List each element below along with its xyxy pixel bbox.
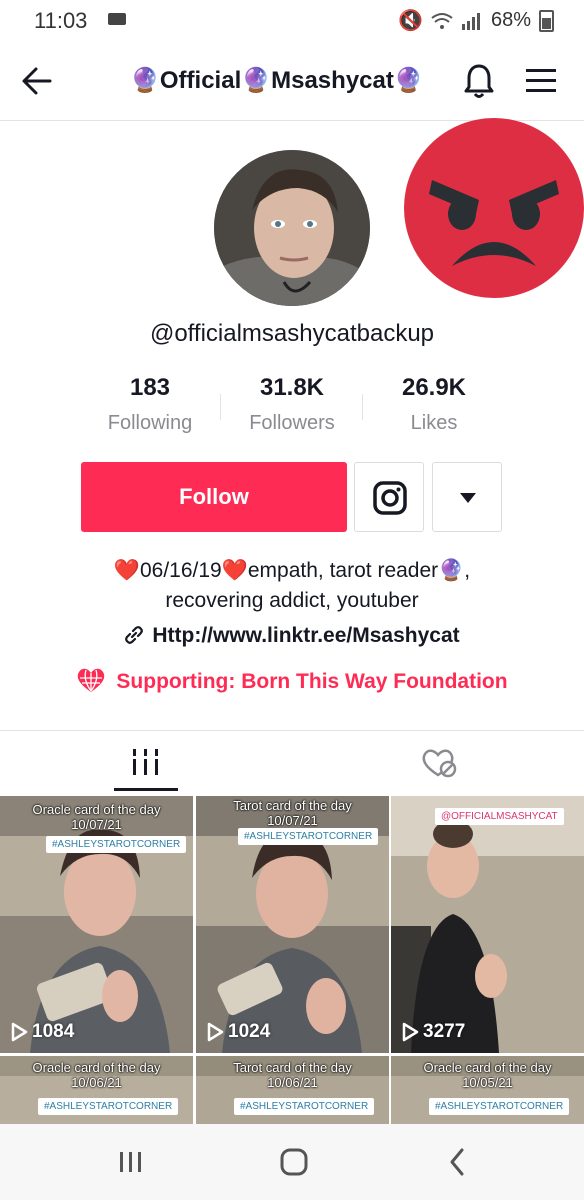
play-icon xyxy=(11,1022,28,1042)
profile-stats: 183 Following 31.8K Followers 26.9K Like… xyxy=(0,374,584,444)
hamburger-menu-icon[interactable] xyxy=(524,68,558,94)
video-hashtag: #ASHLEYSTAROTCORNER xyxy=(238,828,379,845)
avatar[interactable] xyxy=(214,150,370,306)
android-nav-bar xyxy=(0,1124,584,1200)
video-thumbnail[interactable]: Oracle card of the day 10/06/21 #ASHLEYS… xyxy=(0,1056,193,1124)
view-count-number: 1084 xyxy=(32,1021,75,1042)
bell-icon[interactable] xyxy=(462,62,496,100)
suggested-accounts-dropdown[interactable] xyxy=(432,462,502,532)
instagram-icon xyxy=(373,481,407,515)
video-caption-line-2: 10/07/21 xyxy=(71,817,122,832)
video-hashtag: #ASHLEYSTAROTCORNER xyxy=(46,836,187,853)
video-caption-line-2: 10/07/21 xyxy=(267,813,318,828)
video-hashtag: #ASHLEYSTAROTCORNER xyxy=(38,1098,179,1115)
mute-icon: 🔇 xyxy=(398,10,423,32)
link-icon xyxy=(125,626,144,644)
stat-divider xyxy=(362,394,363,420)
followers-count: 31.8K xyxy=(259,374,325,401)
followers-label: Followers xyxy=(249,412,335,434)
likes-count: 26.9K xyxy=(401,374,467,401)
video-thumbnail[interactable]: Oracle card of the day 10/07/21 #ASHLEYS… xyxy=(0,796,193,1053)
globe-heart-icon xyxy=(78,668,105,692)
video-caption-line-1: Oracle card of the day xyxy=(423,1060,552,1075)
stat-following[interactable]: 183 Following xyxy=(80,374,220,435)
angry-face-icon xyxy=(404,118,584,298)
video-caption-line-1: Tarot card of the day xyxy=(233,798,352,813)
video-camera-icon xyxy=(108,13,126,25)
following-label: Following xyxy=(107,412,193,434)
home-icon[interactable] xyxy=(274,1146,314,1178)
supporting-nonprofit[interactable]: Supporting: Born This Way Foundation xyxy=(0,666,584,694)
liked-hidden-icon xyxy=(422,749,457,778)
video-caption-line-1: Oracle card of the day xyxy=(32,802,161,817)
stat-likes[interactable]: 26.9K Likes xyxy=(364,374,504,435)
profile-username: @officialmsashycatbackup xyxy=(149,320,435,347)
view-count: 1024 xyxy=(206,1021,270,1043)
video-caption: Oracle card of the day 10/05/21 xyxy=(391,1060,584,1090)
view-count: 3277 xyxy=(401,1021,465,1043)
stat-divider xyxy=(220,394,221,420)
play-icon xyxy=(207,1022,224,1042)
video-grid: Oracle card of the day 10/07/21 #ASHLEYS… xyxy=(0,796,584,1124)
video-thumbnail[interactable]: Oracle card of the day 10/05/21 #ASHLEYS… xyxy=(391,1056,584,1124)
view-count: 1084 xyxy=(10,1021,74,1043)
video-thumbnail[interactable]: Tarot card of the day 10/06/21 #ASHLEYST… xyxy=(196,1056,389,1124)
video-caption: Tarot card of the day 10/07/21 xyxy=(196,798,389,828)
video-caption: Tarot card of the day 10/06/21 xyxy=(196,1060,389,1090)
stat-followers[interactable]: 31.8K Followers xyxy=(222,374,362,435)
back-nav-icon[interactable] xyxy=(438,1146,478,1178)
status-time: 11:03 xyxy=(34,8,88,33)
active-tab-indicator xyxy=(114,788,178,791)
video-thumbnail[interactable]: Tarot card of the day 10/07/21 #ASHLEYST… xyxy=(196,796,389,1053)
avatar-photo xyxy=(214,150,370,306)
video-hashtag: #ASHLEYSTAROTCORNER xyxy=(234,1098,375,1115)
view-count-number: 1024 xyxy=(228,1021,271,1042)
follow-button[interactable]: Follow xyxy=(81,462,347,532)
battery-icon xyxy=(539,9,554,32)
tab-liked-videos[interactable] xyxy=(292,731,584,793)
video-caption-line-2: 10/06/21 xyxy=(267,1075,318,1090)
video-caption-line-2: 10/05/21 xyxy=(462,1075,513,1090)
video-still xyxy=(391,796,584,1053)
video-caption-line-1: Oracle card of the day xyxy=(32,1060,161,1075)
battery-percent: 68% xyxy=(490,9,531,31)
bio-line-2: recovering addict, youtuber xyxy=(165,589,419,612)
tab-videos[interactable] xyxy=(0,731,292,793)
link-text: Http://www.linktr.ee/Msashycat xyxy=(152,624,460,647)
likes-label: Likes xyxy=(410,412,458,434)
video-caption-line-2: 10/06/21 xyxy=(71,1075,122,1090)
video-still xyxy=(0,796,193,1053)
profile-bio: ❤️06/16/19❤️empath, tarot reader🔮, recov… xyxy=(0,556,584,616)
status-icons: 🔇 68% xyxy=(398,8,554,33)
play-icon xyxy=(402,1022,419,1042)
caret-down-icon xyxy=(460,493,476,503)
page-title: 🔮Official🔮Msashycat🔮 xyxy=(130,67,424,94)
video-caption: Oracle card of the day 10/06/21 xyxy=(0,1060,193,1090)
video-thumbnail[interactable]: @OFFICIALMSASHYCAT 3277 xyxy=(391,796,584,1053)
supporting-text: Supporting: Born This Way Foundation xyxy=(116,670,508,693)
video-watermark: @OFFICIALMSASHYCAT xyxy=(435,808,564,825)
grid-icon xyxy=(133,749,158,775)
bio-line-1: ❤️06/16/19❤️empath, tarot reader🔮, xyxy=(113,559,471,582)
recent-apps-icon[interactable] xyxy=(110,1146,150,1178)
wifi-icon xyxy=(431,12,453,29)
signal-icon xyxy=(461,12,480,30)
video-hashtag: #ASHLEYSTAROTCORNER xyxy=(429,1098,570,1115)
instagram-button[interactable] xyxy=(354,462,424,532)
status-bar: 11:03 🔇 68% xyxy=(0,0,584,40)
view-count-number: 3277 xyxy=(423,1021,466,1042)
following-count: 183 xyxy=(129,374,171,401)
profile-link[interactable]: Http://www.linktr.ee/Msashycat xyxy=(0,624,584,648)
top-nav: 🔮Official🔮Msashycat🔮 xyxy=(0,44,584,121)
video-caption-line-1: Tarot card of the day xyxy=(233,1060,352,1075)
back-arrow-icon[interactable] xyxy=(20,64,54,98)
video-caption: Oracle card of the day 10/07/21 xyxy=(0,802,193,832)
